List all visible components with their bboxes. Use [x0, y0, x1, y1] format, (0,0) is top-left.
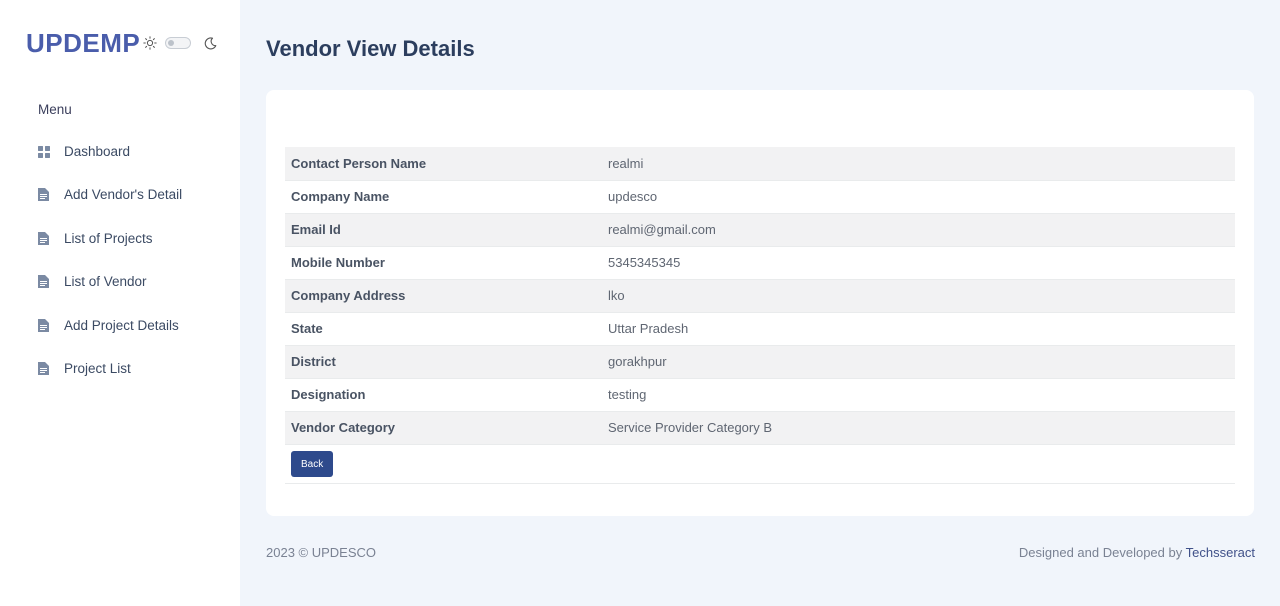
footer-credit: Designed and Developed by Techsseract — [1019, 545, 1255, 560]
field-label: Vendor Category — [291, 420, 396, 435]
field-value: gorakhpur — [608, 354, 667, 369]
field-label: Company Address — [291, 288, 406, 303]
table-row: State Uttar Pradesh — [285, 312, 1235, 345]
footer-copyright: 2023 © UPDESCO — [266, 545, 377, 560]
field-value: updesco — [608, 189, 658, 204]
menu-title: Menu — [38, 102, 72, 117]
sun-icon — [143, 36, 157, 50]
table-row: Contact Person Name realmi — [285, 147, 1235, 180]
table-row: District gorakhpur — [285, 345, 1235, 378]
table-row: Company Name updesco — [285, 180, 1235, 213]
vendor-details-table: Contact Person Name realmi Company Name … — [285, 147, 1235, 445]
field-label: District — [291, 354, 336, 369]
sidebar-item-dashboard[interactable]: Dashboard — [38, 140, 182, 162]
sidebar-item-label: Add Project Details — [64, 317, 179, 333]
document-icon — [38, 188, 50, 201]
table-row: Email Id realmi@gmail.com — [285, 213, 1235, 246]
field-value: realmi — [608, 155, 644, 171]
field-label: Email Id — [291, 222, 341, 237]
document-icon — [38, 231, 50, 245]
document-icon — [38, 362, 50, 375]
sidebar-item-label: List of Projects — [64, 230, 153, 246]
back-button[interactable]: Back — [291, 451, 334, 477]
field-value: testing — [608, 387, 647, 402]
field-value: lko — [608, 288, 625, 303]
vendor-details-card: Contact Person Name realmi Company Name … — [266, 90, 1254, 516]
sidebar-nav: Dashboard Add Vendor's Detail List of Pr… — [38, 140, 182, 401]
toggle-knob — [168, 40, 175, 46]
sidebar-item-add-vendors-detail[interactable]: Add Vendor's Detail — [38, 184, 182, 206]
table-row: Designation testing — [285, 378, 1235, 411]
field-value: 5345345345 — [608, 255, 681, 270]
sidebar-item-add-project-details[interactable]: Add Project Details — [38, 314, 182, 336]
field-value: Uttar Pradesh — [608, 321, 689, 336]
sidebar: UPDEMP Menu Dashboard Add Vendor's Detai… — [0, 0, 240, 606]
field-label: Mobile Number — [291, 255, 385, 270]
table-row: Mobile Number 5345345345 — [285, 246, 1235, 279]
sidebar-item-list-of-projects[interactable]: List of Projects — [38, 227, 182, 249]
field-value: realmi@gmail.com — [608, 222, 716, 237]
footer-credit-text: Designed and Developed by — [1018, 545, 1183, 560]
page-title: Vendor View Details — [266, 36, 475, 61]
table-row: Company Address lko — [285, 279, 1235, 312]
field-label: Designation — [291, 387, 366, 402]
sidebar-item-list-of-vendor[interactable]: List of Vendor — [38, 271, 182, 293]
field-label: Contact Person Name — [291, 155, 427, 171]
field-label: State — [291, 321, 323, 336]
field-label: Company Name — [291, 189, 390, 204]
document-icon — [38, 275, 50, 288]
field-value: Service Provider Category B — [608, 420, 773, 435]
brand-row: UPDEMP — [26, 28, 217, 58]
sidebar-item-label: Add Vendor's Detail — [64, 187, 183, 202]
grid-icon — [38, 145, 50, 158]
document-icon — [38, 318, 50, 332]
footer-credit-link[interactable]: Techsseract — [1186, 545, 1255, 560]
sidebar-item-label: Project List — [64, 361, 131, 376]
sidebar-item-label: Dashboard — [64, 143, 131, 159]
moon-icon — [204, 36, 217, 50]
brand-logo[interactable]: UPDEMP — [26, 28, 140, 58]
sidebar-item-project-list[interactable]: Project List — [38, 358, 182, 380]
actions-row: Back — [285, 444, 1235, 484]
sidebar-item-label: List of Vendor — [64, 274, 147, 289]
theme-toggle[interactable] — [165, 37, 192, 49]
table-row: Vendor Category Service Provider Categor… — [285, 411, 1235, 444]
